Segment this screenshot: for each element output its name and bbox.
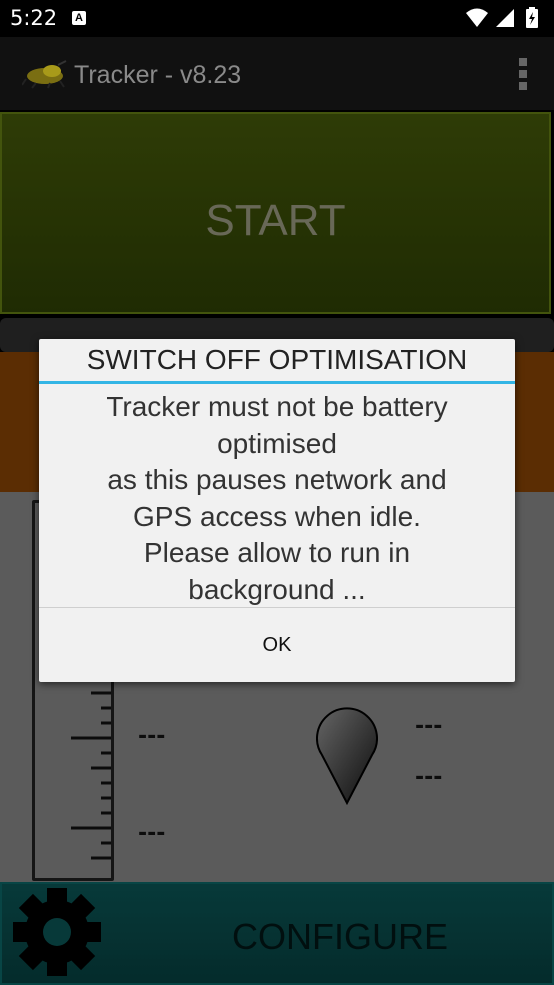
notification-icon: A: [72, 11, 86, 25]
wifi-icon: [466, 8, 488, 27]
tracker-logo-icon: [21, 59, 68, 94]
dialog-title-divider: [39, 381, 515, 384]
app-bar: Tracker - v8.23: [0, 37, 554, 110]
dialog-message-line: optimised: [217, 427, 337, 459]
dialog-message-line: as this pauses network and: [107, 464, 447, 495]
dialog-message-line: Tracker must not be battery: [106, 391, 448, 422]
dialog-title: SWITCH OFF OPTIMISATION: [86, 344, 468, 375]
ok-button[interactable]: OK: [39, 609, 515, 682]
app-title: Tracker - v8.23: [74, 61, 242, 89]
dialog-message-line: Please allow to run in: [143, 537, 411, 568]
dialog-button-divider: [39, 607, 515, 608]
dialog-message-line: GPS access when idle.: [133, 500, 421, 532]
status-time: 5:22: [10, 6, 58, 30]
battery-optimisation-dialog: SWITCH OFF OPTIMISATION Tracker must not…: [39, 339, 515, 682]
dialog-message-line: background ...: [188, 573, 366, 605]
overflow-menu-icon[interactable]: [518, 57, 528, 96]
dialog-message: Tracker must not be battery optimised as…: [59, 389, 495, 608]
battery-icon: [526, 7, 538, 28]
signal-icon: [496, 9, 514, 27]
status-bar: 5:22 A: [0, 0, 554, 37]
status-icons: [466, 7, 546, 34]
